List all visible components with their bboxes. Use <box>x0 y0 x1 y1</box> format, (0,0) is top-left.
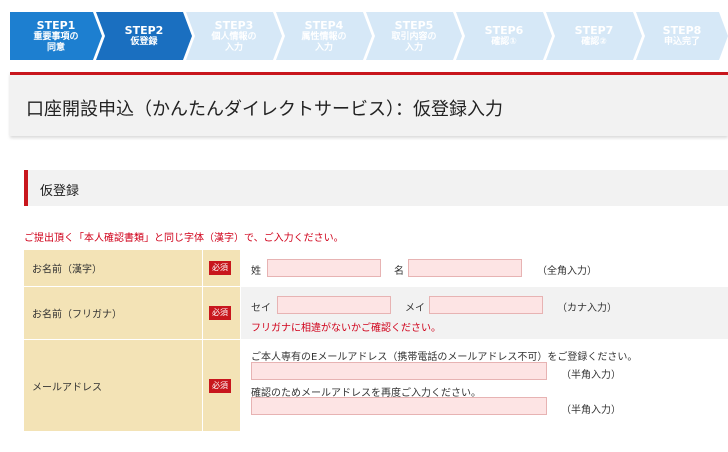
step-1: STEP1 重要事項の 同意 <box>10 12 102 60</box>
mei-kanji-label: 名 <box>394 266 404 277</box>
sei-kanji-label: 姓 <box>251 266 261 277</box>
step-5: STEP5 取引内容の 入力 <box>366 12 462 60</box>
step-6-number: STEP6 <box>484 24 524 37</box>
required-cell: 必須 <box>202 340 240 431</box>
step-2-label-line1: 仮登録 <box>130 37 158 47</box>
step-4-label-line1: 属性情報の <box>301 31 347 42</box>
sei-kana-input[interactable] <box>277 296 391 314</box>
required-badge: 必須 <box>209 261 231 275</box>
step-8-number: STEP8 <box>662 24 702 37</box>
registration-form: お名前（漢字） 必須 姓 名 （全角入力） お名前（フリガナ） 必須 セイ メイ… <box>24 250 728 432</box>
section-title: 仮登録 <box>40 184 80 199</box>
step-6: STEP6 確認① <box>456 12 552 60</box>
step-progress-bar: STEP1 重要事項の 同意 STEP2 仮登録 STEP3 個人情報の 入力 … <box>10 12 728 60</box>
name-kana-note: （カナ入力） <box>557 303 617 314</box>
row-name-kana: お名前（フリガナ） 必須 セイ メイ （カナ入力） フリガナに相違がないかご確認… <box>24 287 728 340</box>
value-cell: 姓 名 （全角入力） <box>241 250 728 286</box>
row-name-kanji: お名前（漢字） 必須 姓 名 （全角入力） <box>24 250 728 287</box>
step-2-number: STEP2 <box>124 24 164 37</box>
name-kanji-label: お名前（漢字） <box>32 264 102 276</box>
email-confirm-note: （半角入力） <box>561 405 621 416</box>
step-5-number: STEP5 <box>394 18 434 32</box>
name-kanji-note: （全角入力） <box>537 266 597 277</box>
required-badge: 必須 <box>209 378 231 393</box>
row-email: メールアドレス 必須 ご本人専有のEメールアドレス（携帯電話のメールアドレス不可… <box>24 340 728 432</box>
step-5-label-line1: 取引内容の <box>391 31 437 42</box>
sei-kana-label: セイ <box>251 303 271 314</box>
step-3-label-line1: 個人情報の <box>211 31 257 42</box>
email-input[interactable] <box>251 362 547 380</box>
required-cell: 必須 <box>202 287 240 339</box>
value-cell: ご本人専有のEメールアドレス（携帯電話のメールアドレス不可）をご登録ください。 … <box>241 340 728 431</box>
step-4-label-line2: 入力 <box>314 42 333 53</box>
email-confirm-input[interactable] <box>251 397 547 415</box>
step-5-label-line2: 入力 <box>404 42 423 53</box>
value-cell: セイ メイ （カナ入力） フリガナに相違がないかご確認ください。 <box>241 287 728 339</box>
required-cell: 必須 <box>202 250 240 286</box>
step-3: STEP3 個人情報の 入力 <box>186 12 282 60</box>
step-4: STEP4 属性情報の 入力 <box>276 12 372 60</box>
page-title: 口座開設申込（かんたんダイレクトサービス）：仮登録入力 <box>26 99 503 120</box>
name-kana-label: お名前（フリガナ） <box>32 309 122 321</box>
step-1-label-line2: 同意 <box>46 42 65 53</box>
step-8: STEP8 申込完了 <box>636 12 728 60</box>
input-notice: ご提出頂く「本人確認書類」と同じ字体（漢字）で、ご入力ください。 <box>24 233 344 244</box>
step-4-number: STEP4 <box>304 18 344 32</box>
label-cell: お名前（漢字） <box>24 250 202 286</box>
mei-kana-label: メイ <box>405 303 425 314</box>
section-header: 仮登録 <box>24 170 728 206</box>
step-7: STEP7 確認② <box>546 12 642 60</box>
mei-kana-input[interactable] <box>429 296 543 314</box>
step-3-label-line2: 入力 <box>224 42 243 53</box>
required-badge: 必須 <box>209 306 231 320</box>
email-instruction: ご本人専有のEメールアドレス（携帯電話のメールアドレス不可）をご登録ください。 <box>251 352 638 363</box>
label-cell: メールアドレス <box>24 340 202 431</box>
step-3-number: STEP3 <box>214 18 254 32</box>
sei-kanji-input[interactable] <box>267 259 381 277</box>
mei-kanji-input[interactable] <box>408 259 522 277</box>
name-kana-warning: フリガナに相違がないかご確認ください。 <box>251 323 441 334</box>
email-label: メールアドレス <box>32 382 102 393</box>
step-7-label-line1: 確認② <box>581 37 607 47</box>
step-7-number: STEP7 <box>574 24 614 37</box>
label-cell: お名前（フリガナ） <box>24 287 202 339</box>
step-6-label-line1: 確認① <box>491 37 517 47</box>
step-1-number: STEP1 <box>36 18 76 32</box>
page-title-bar: 口座開設申込（かんたんダイレクトサービス）：仮登録入力 <box>10 72 728 136</box>
email-note: （半角入力） <box>561 370 621 381</box>
step-1-label-line1: 重要事項の <box>33 31 79 42</box>
step-8-label-line1: 申込完了 <box>663 37 700 47</box>
step-2: STEP2 仮登録 <box>96 12 192 60</box>
